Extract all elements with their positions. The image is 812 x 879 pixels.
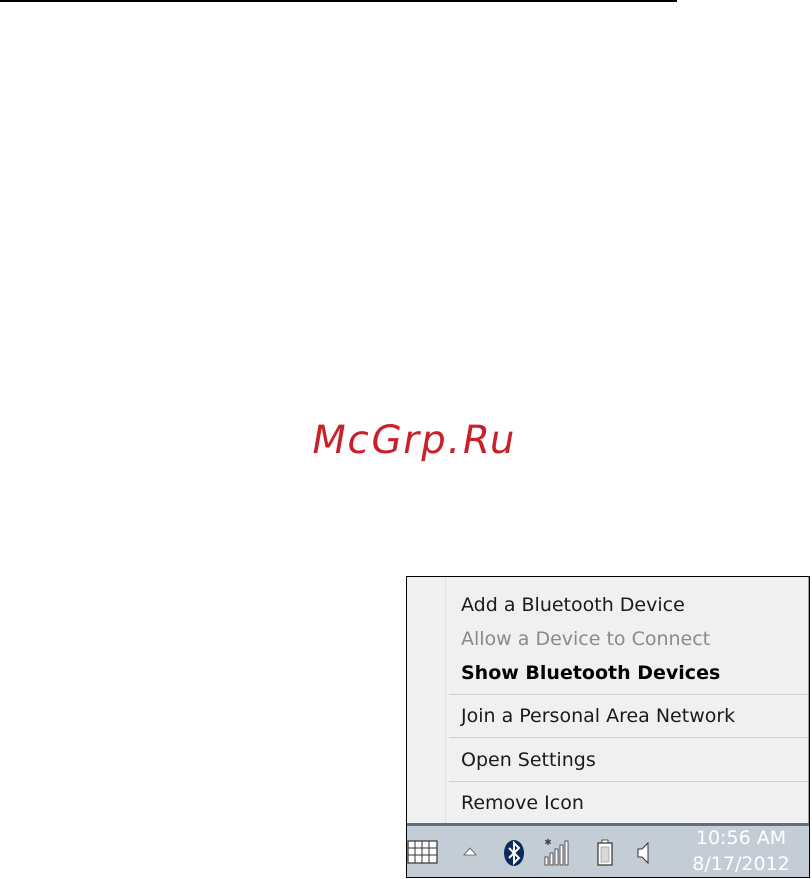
clock-time[interactable]: 10:56 AM: [683, 827, 799, 849]
battery-icon[interactable]: [593, 839, 617, 867]
menu-item-allow-device-to-connect[interactable]: Allow a Device to Connect: [461, 628, 710, 650]
menu-separator: [449, 694, 808, 695]
touch-keyboard-icon[interactable]: [407, 839, 439, 865]
menu-separator: [449, 737, 808, 738]
watermark-text: McGrp.Ru: [308, 418, 521, 463]
show-hidden-icons-arrow-icon[interactable]: [459, 843, 481, 861]
taskbar-top-border: [407, 823, 809, 826]
menu-gutter: [445, 577, 446, 823]
menu-item-remove-icon[interactable]: Remove Icon: [461, 792, 584, 814]
top-rule: [0, 0, 677, 2]
menu-separator: [449, 781, 808, 782]
menu-item-open-settings[interactable]: Open Settings: [461, 749, 596, 771]
clock-date[interactable]: 8/17/2012: [683, 853, 799, 875]
network-signal-icon[interactable]: *: [541, 837, 571, 867]
menu-item-show-bluetooth-devices[interactable]: Show Bluetooth Devices: [461, 662, 720, 684]
speaker-volume-icon[interactable]: [633, 839, 653, 867]
bluetooth-icon[interactable]: [502, 839, 526, 867]
menu-item-add-bluetooth-device[interactable]: Add a Bluetooth Device: [461, 594, 685, 616]
bluetooth-context-menu: Add a Bluetooth Device Allow a Device to…: [407, 577, 809, 823]
tray-screenshot: Add a Bluetooth Device Allow a Device to…: [406, 576, 810, 878]
menu-item-join-personal-area-network[interactable]: Join a Personal Area Network: [461, 705, 735, 727]
svg-text:*: *: [545, 837, 551, 851]
